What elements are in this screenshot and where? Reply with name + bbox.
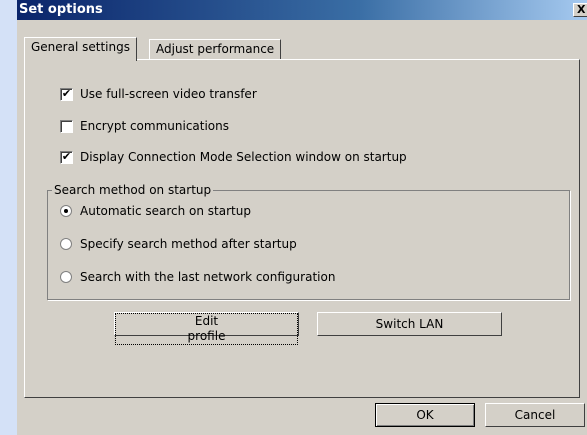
window-title: Set options <box>19 2 103 17</box>
display-connection-mode-label: Display Connection Mode Selection window… <box>80 150 407 164</box>
switch-lan-button[interactable]: Switch LAN <box>317 312 502 336</box>
tab-adjust-performance[interactable]: Adjust performance <box>149 39 282 60</box>
ok-label: OK <box>416 408 434 422</box>
specify-search-method-radio[interactable] <box>60 238 72 250</box>
radio-selected-dot <box>64 209 68 213</box>
tab-general-settings-label: General settings <box>31 40 130 54</box>
set-options-dialog: Set options X General settings Adjust pe… <box>17 0 587 435</box>
cancel-button[interactable]: Cancel <box>485 403 585 427</box>
last-network-config-radio[interactable] <box>60 271 72 283</box>
last-network-config-label: Search with the last network configurati… <box>80 270 336 284</box>
close-icon: X <box>577 3 586 16</box>
title-bar[interactable]: Set options X <box>17 0 587 20</box>
search-method-group-title: Search method on startup <box>52 183 214 197</box>
check-icon: ✔ <box>61 150 72 163</box>
specify-search-method-label: Specify search method after startup <box>80 237 297 251</box>
automatic-search-label: Automatic search on startup <box>80 204 251 218</box>
display-connection-mode-checkbox[interactable]: ✔ <box>60 151 73 164</box>
switch-lan-label: Switch LAN <box>375 317 444 331</box>
ok-button[interactable]: OK <box>375 403 475 427</box>
full-screen-video-label: Use full-screen video transfer <box>80 87 257 101</box>
edit-profile-button[interactable]: Edit profile <box>114 312 299 345</box>
encrypt-communications-label: Encrypt communications <box>80 119 230 133</box>
tab-adjust-performance-label: Adjust performance <box>156 42 275 56</box>
close-button[interactable]: X <box>573 3 587 17</box>
automatic-search-radio[interactable] <box>60 205 72 217</box>
full-screen-video-checkbox[interactable]: ✔ <box>60 88 73 101</box>
edit-profile-label: Edit profile <box>115 313 298 345</box>
cancel-label: Cancel <box>514 408 556 422</box>
encrypt-communications-checkbox[interactable] <box>60 120 73 133</box>
check-icon: ✔ <box>61 87 72 100</box>
tab-general-settings[interactable]: General settings <box>24 37 137 61</box>
